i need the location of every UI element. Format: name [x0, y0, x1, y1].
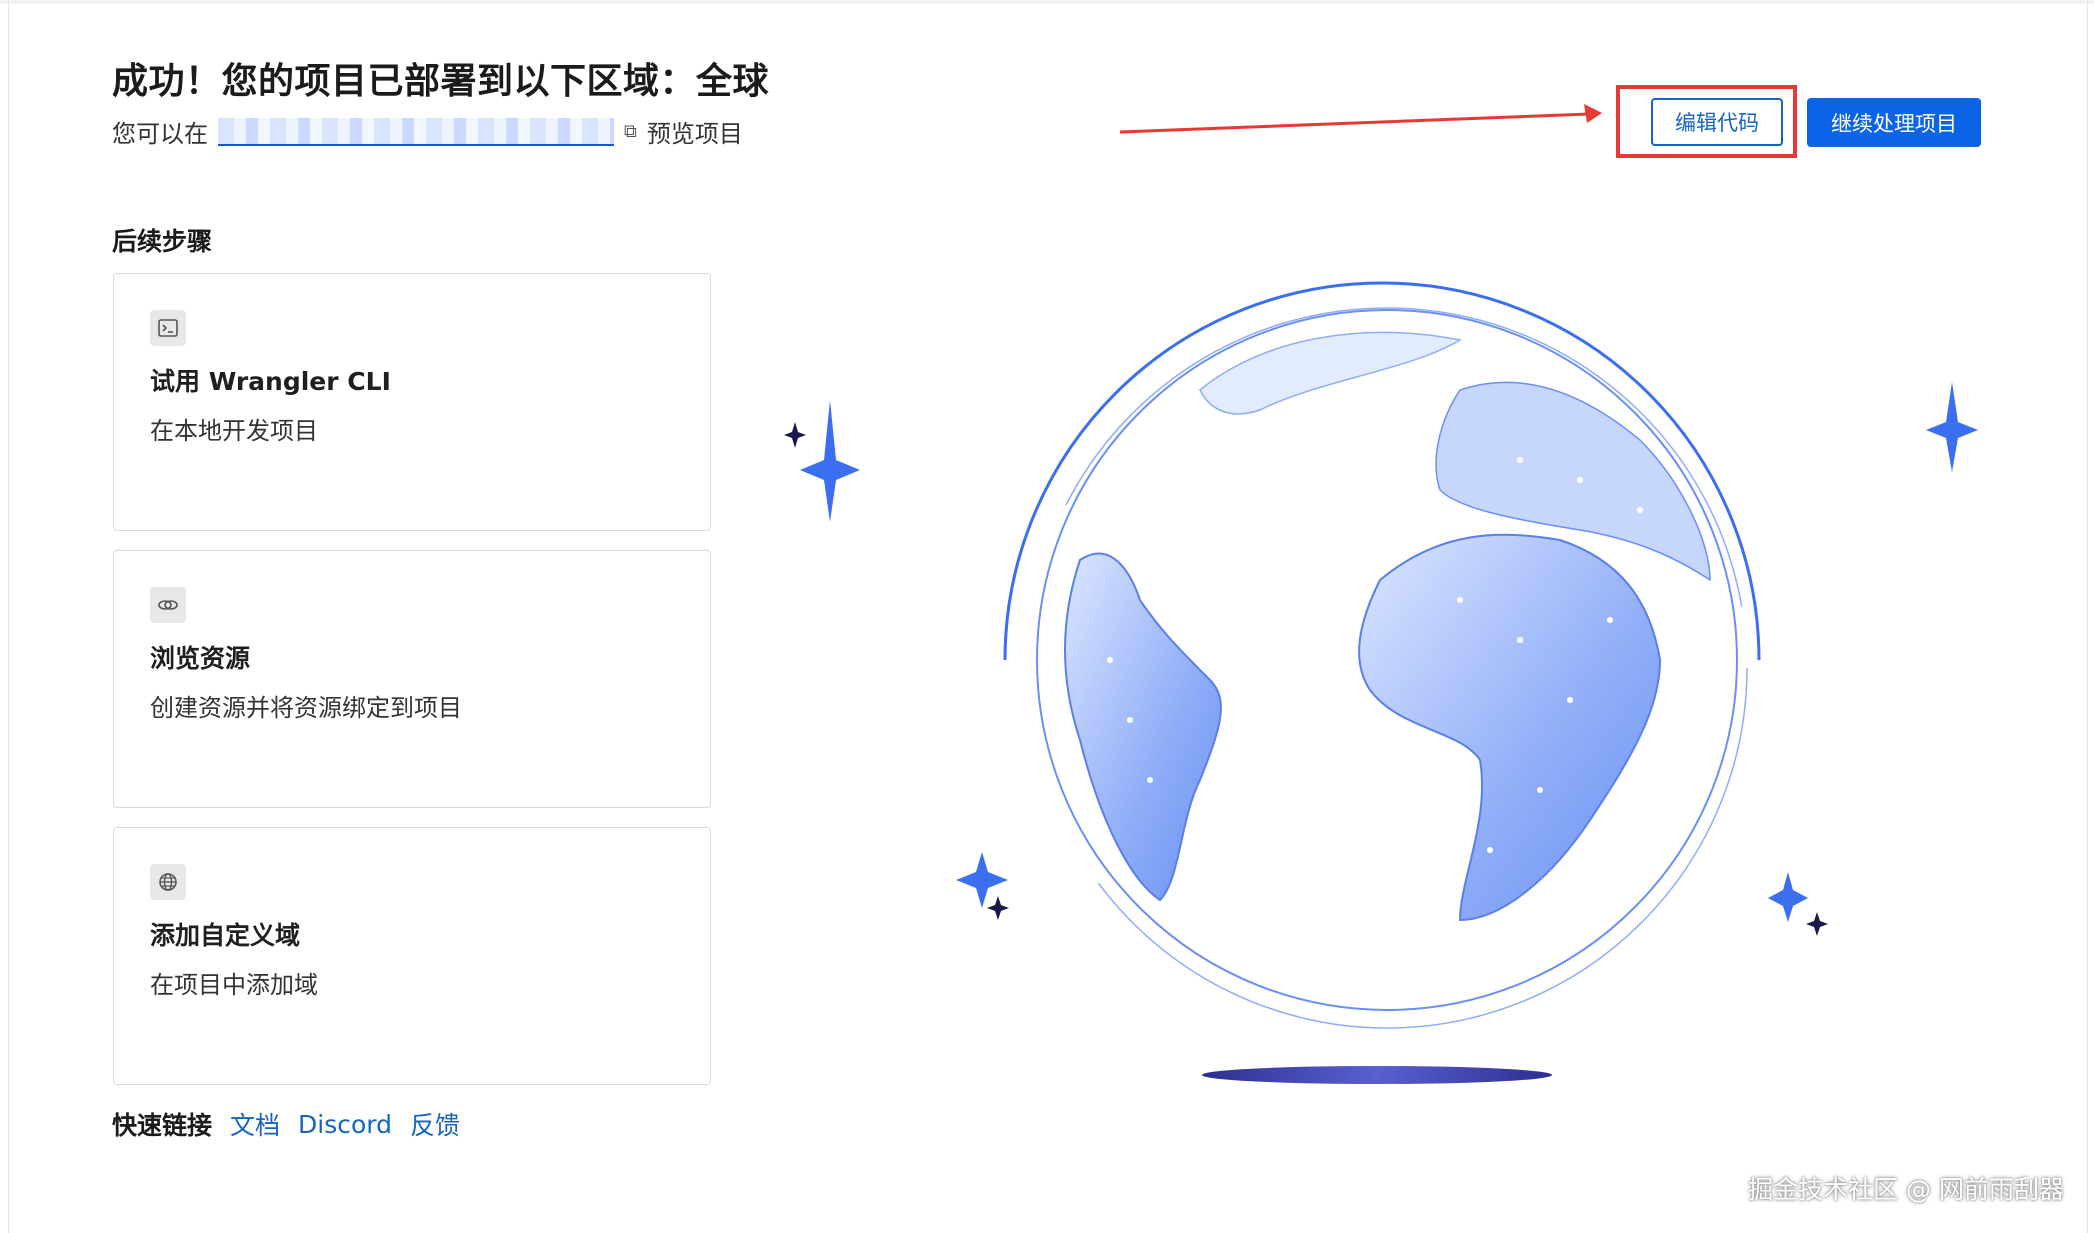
preview-subtitle: 您可以在 ⧉ 预览项目 [112, 114, 743, 149]
link-feedback[interactable]: 反馈 [410, 1106, 460, 1142]
preview-url-link[interactable] [218, 117, 614, 146]
watermark: 掘金技术社区 @ 网前雨刮器 [1748, 1175, 2064, 1204]
card-wrangler-cli[interactable]: 试用 Wrangler CLI 在本地开发项目 [113, 273, 711, 531]
quick-links: 快速链接 文档 Discord 反馈 [112, 1106, 460, 1142]
subtitle-suffix: 预览项目 [646, 120, 743, 148]
external-link-icon[interactable]: ⧉ [624, 121, 637, 142]
next-steps-heading: 后续步骤 [112, 227, 213, 256]
link-icon [150, 587, 186, 623]
link-discord[interactable]: Discord [298, 1110, 392, 1139]
card-custom-domain[interactable]: 添加自定义域 在项目中添加域 [113, 827, 711, 1085]
link-docs[interactable]: 文档 [230, 1106, 280, 1142]
continue-project-button[interactable]: 继续处理项目 [1807, 98, 1981, 147]
card-title: 添加自定义域 [150, 921, 301, 950]
card-description: 在本地开发项目 [150, 417, 318, 445]
card-title: 试用 Wrangler CLI [150, 367, 391, 396]
card-description: 创建资源并将资源绑定到项目 [150, 694, 462, 722]
card-description: 在项目中添加域 [150, 971, 318, 999]
quick-links-label: 快速链接 [112, 1111, 213, 1140]
globe-illustration [784, 281, 1978, 1084]
globe-icon [150, 864, 186, 900]
left-edge [8, 0, 9, 1233]
card-browse-resources[interactable]: 浏览资源 创建资源并将资源绑定到项目 [113, 550, 711, 808]
annotation-arrow [1120, 104, 1602, 134]
edit-code-button[interactable]: 编辑代码 [1651, 98, 1783, 146]
subtitle-prefix: 您可以在 [112, 120, 208, 148]
page-title: 成功！您的项目已部署到以下区域：全球 [112, 61, 770, 102]
card-title: 浏览资源 [150, 644, 251, 673]
terminal-icon [150, 310, 186, 346]
top-border [0, 0, 2094, 4]
